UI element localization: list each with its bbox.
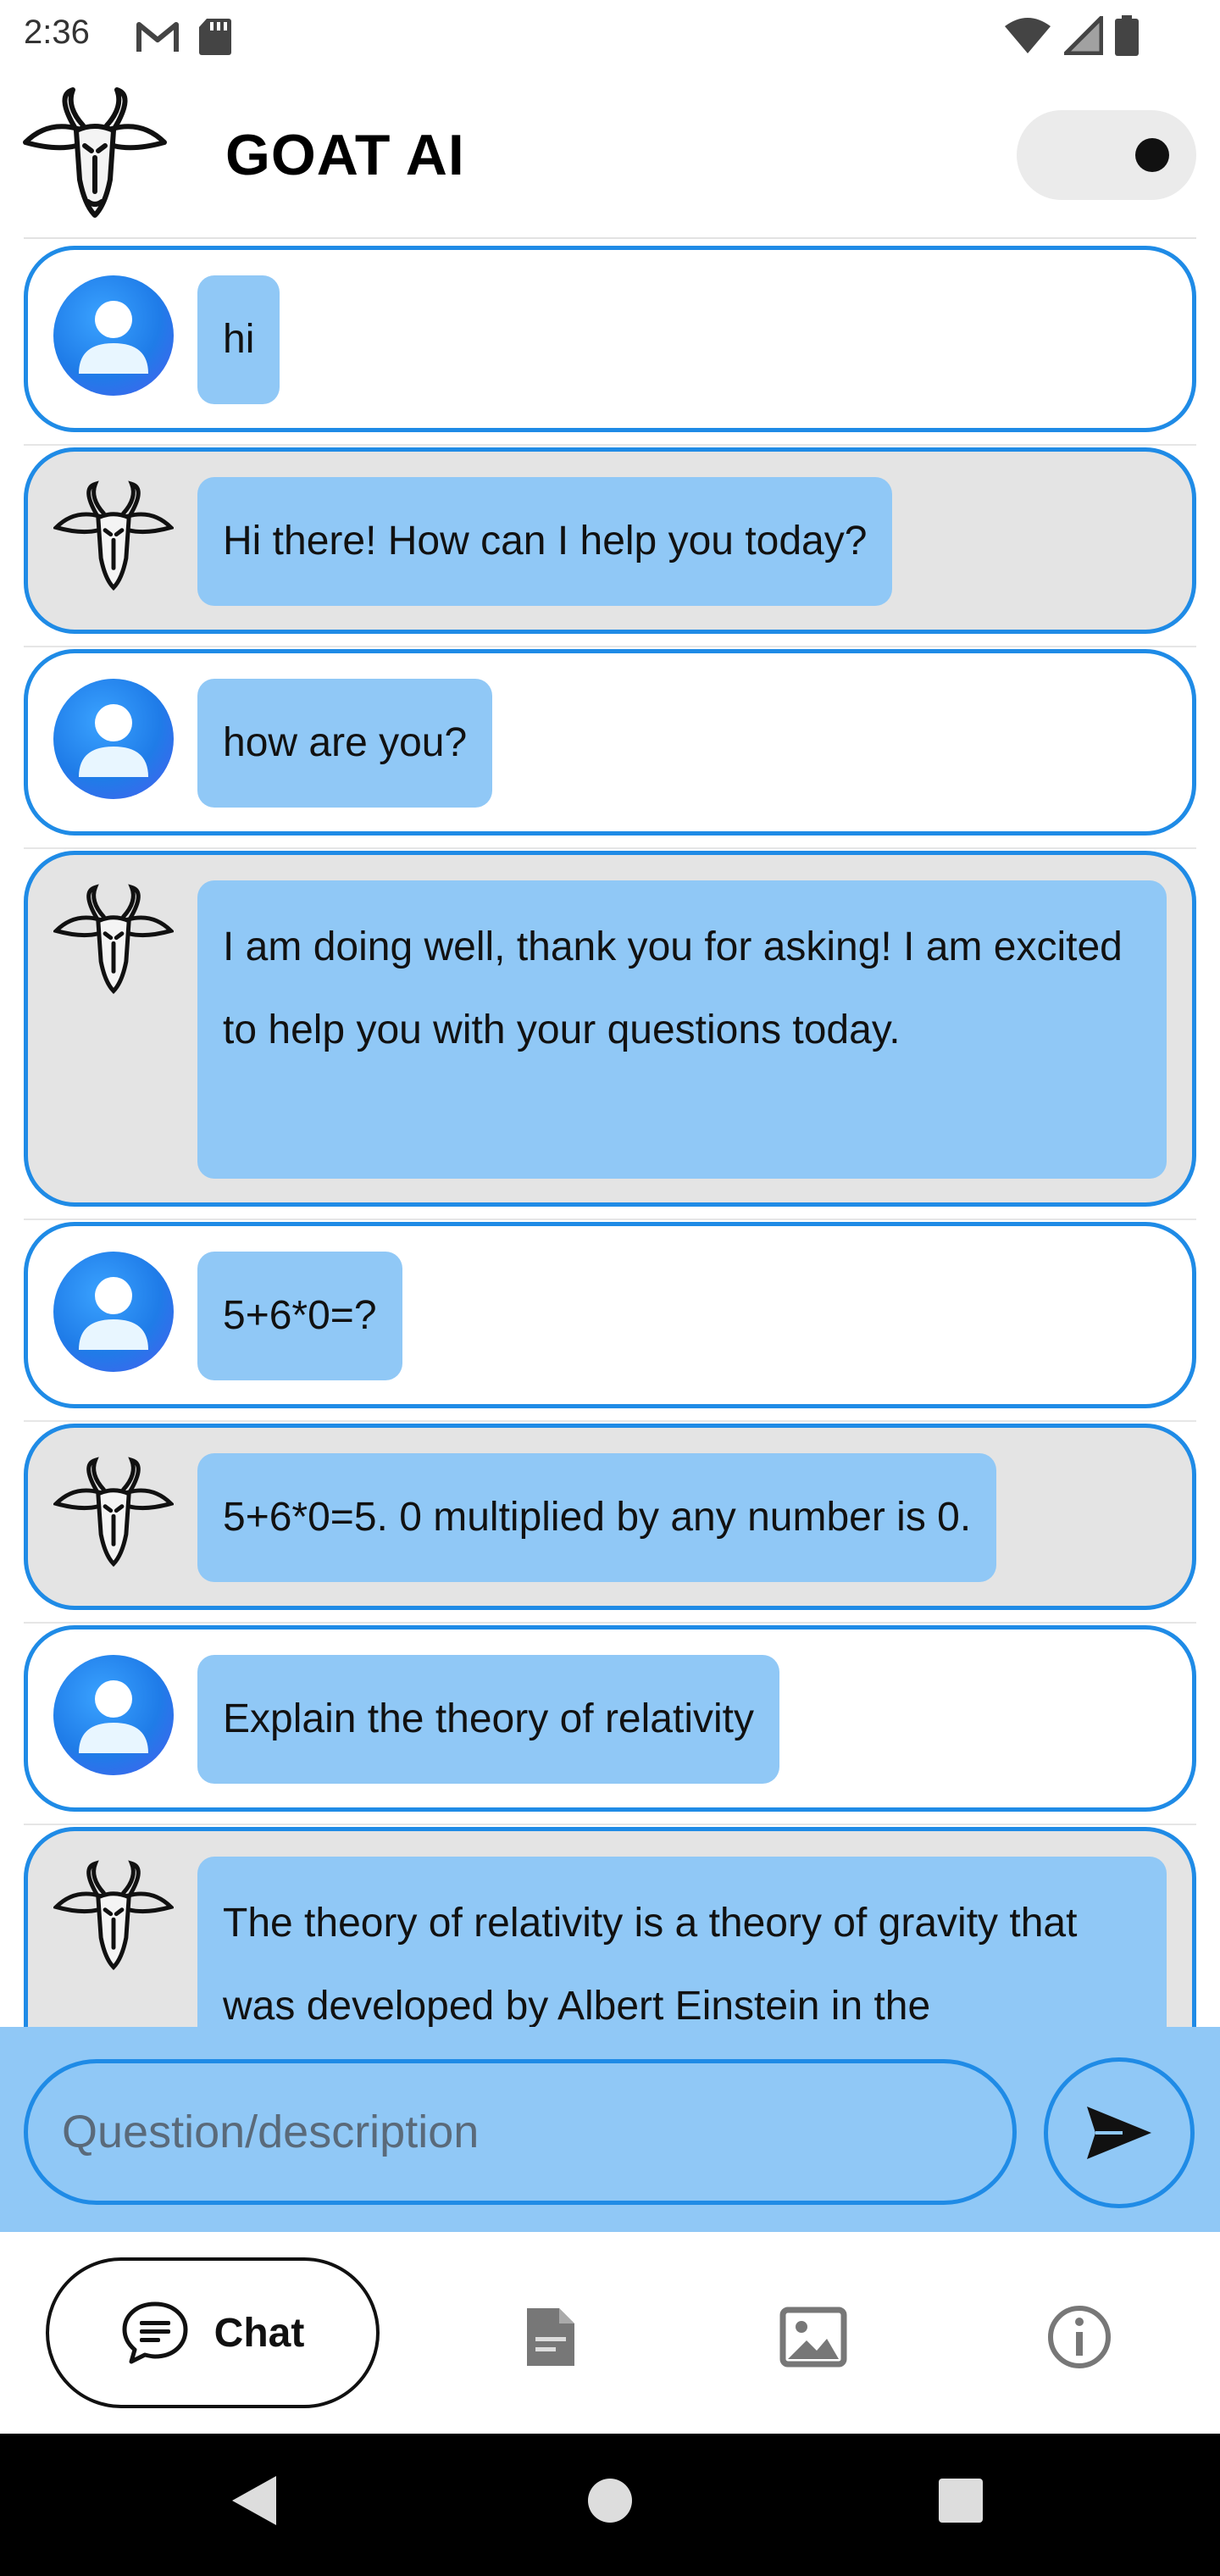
status-right-icons xyxy=(1003,15,1139,56)
user-avatar-icon xyxy=(53,1252,174,1372)
goat-avatar-icon xyxy=(52,1453,175,1574)
message-bubble: I am doing well, thank you for asking! I… xyxy=(197,880,1167,1179)
bottom-nav: Chat xyxy=(0,2232,1220,2434)
user-avatar-icon xyxy=(53,275,174,396)
sd-card-icon xyxy=(199,19,231,55)
theme-toggle[interactable] xyxy=(1017,110,1196,200)
app-header: GOAT AI xyxy=(0,71,1220,239)
message-bubble: 5+6*0=5. 0 multiplied by any number is 0… xyxy=(197,1453,997,1582)
toggle-knob xyxy=(1135,138,1169,172)
status-left-icons xyxy=(136,17,232,56)
divider xyxy=(24,1622,1196,1624)
message-bubble: Explain the theory of relativity xyxy=(197,1655,779,1784)
divider xyxy=(24,847,1196,849)
status-time: 2:36 xyxy=(24,14,90,51)
goat-avatar-icon xyxy=(52,880,175,1001)
document-icon[interactable] xyxy=(517,2303,585,2371)
divider xyxy=(24,444,1196,446)
question-input[interactable] xyxy=(24,2059,1017,2205)
message-bubble: how are you? xyxy=(197,679,493,808)
user-avatar-icon xyxy=(53,679,174,799)
user-avatar-icon xyxy=(53,1655,174,1775)
composer xyxy=(0,2027,1220,2232)
send-icon xyxy=(1087,2107,1151,2159)
home-icon[interactable] xyxy=(585,2473,635,2529)
divider xyxy=(24,1219,1196,1220)
user-message: Explain the theory of relativity xyxy=(24,1625,1196,1812)
goat-logo xyxy=(23,87,167,218)
bot-message: I am doing well, thank you for asking! I… xyxy=(24,851,1196,1207)
info-icon[interactable] xyxy=(1045,2303,1113,2371)
user-message: how are you? xyxy=(24,649,1196,836)
goat-avatar-icon xyxy=(52,1857,175,1977)
send-button[interactable] xyxy=(1044,2057,1195,2208)
divider xyxy=(24,1420,1196,1422)
message-bubble: hi xyxy=(197,275,280,404)
chat-icon xyxy=(122,2301,188,2364)
user-message: 5+6*0=? xyxy=(24,1222,1196,1408)
app-title: GOAT AI xyxy=(225,123,465,187)
divider xyxy=(24,1824,1196,1825)
goat-avatar-icon xyxy=(52,477,175,597)
bot-message: The theory of relativity is a theory of … xyxy=(24,1827,1196,2027)
divider xyxy=(24,646,1196,647)
nav-chat-label: Chat xyxy=(214,2310,305,2356)
status-bar: 2:36 xyxy=(0,0,1220,71)
message-bubble: 5+6*0=? xyxy=(197,1252,402,1380)
system-nav-bar xyxy=(0,2434,1220,2576)
gmail-icon xyxy=(136,22,179,52)
back-icon[interactable] xyxy=(229,2473,280,2529)
bot-message: 5+6*0=5. 0 multiplied by any number is 0… xyxy=(24,1424,1196,1610)
wifi-icon xyxy=(1005,18,1051,53)
battery-icon xyxy=(1115,15,1139,56)
message-bubble: Hi there! How can I help you today? xyxy=(197,477,893,606)
message-bubble: The theory of relativity is a theory of … xyxy=(197,1857,1167,2027)
user-message: hi xyxy=(24,246,1196,432)
recents-icon[interactable] xyxy=(935,2473,986,2529)
image-icon[interactable] xyxy=(779,2303,847,2371)
signal-icon xyxy=(1064,16,1103,55)
nav-chat-tab[interactable]: Chat xyxy=(46,2257,380,2408)
bot-message: Hi there! How can I help you today? xyxy=(24,447,1196,634)
chat-list[interactable]: hi Hi there! How can I help you today? h… xyxy=(0,237,1220,2027)
